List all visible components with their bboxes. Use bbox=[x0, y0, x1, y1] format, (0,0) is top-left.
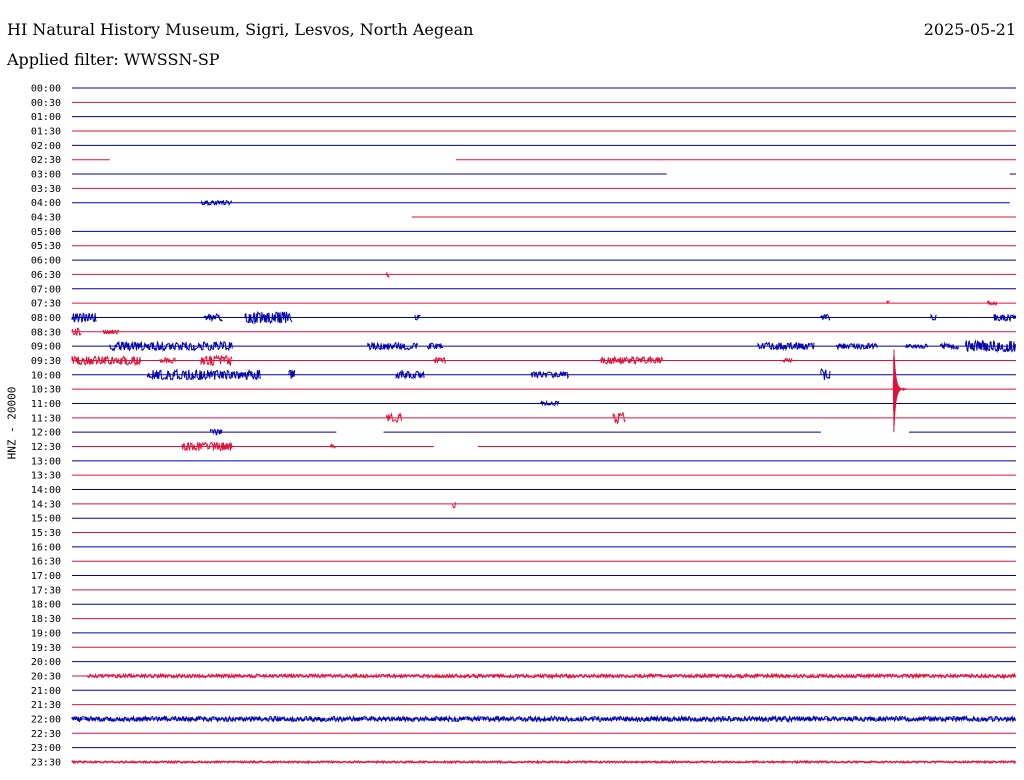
seismic-activity bbox=[203, 312, 223, 323]
row-time-label: 21:00 bbox=[31, 686, 61, 697]
row-time-label: 01:00 bbox=[31, 112, 61, 123]
row-time-label: 03:00 bbox=[31, 170, 61, 181]
row-time-label: 12:30 bbox=[31, 442, 61, 453]
row-time-label: 02:30 bbox=[31, 155, 61, 166]
row-time-label: 23:00 bbox=[31, 743, 61, 754]
row-time-label: 05:00 bbox=[31, 227, 61, 238]
row-time-label: 22:00 bbox=[31, 714, 61, 725]
row-time-label: 07:30 bbox=[31, 299, 61, 310]
row-time-label: 23:30 bbox=[31, 757, 61, 768]
seismic-activity bbox=[109, 340, 233, 352]
seismic-activity bbox=[427, 342, 444, 350]
seismic-activity bbox=[820, 313, 831, 322]
row-time-label: 17:00 bbox=[31, 571, 61, 582]
row-time-label: 13:30 bbox=[31, 471, 61, 482]
row-time-label: 02:00 bbox=[31, 141, 61, 152]
seismic-activity bbox=[71, 312, 97, 324]
row-time-label: 07:00 bbox=[31, 284, 61, 295]
row-time-label: 10:00 bbox=[31, 370, 61, 381]
row-time-label: 14:30 bbox=[31, 499, 61, 510]
row-time-label: 00:30 bbox=[31, 98, 61, 109]
row-time-label: 05:30 bbox=[31, 241, 61, 252]
earthquake-event bbox=[891, 349, 908, 433]
row-time-label: 13:00 bbox=[31, 456, 61, 467]
row-time-label: 22:30 bbox=[31, 729, 61, 740]
helicorder-page: HI Natural History Museum, Sigri, Lesvos… bbox=[0, 0, 1024, 780]
row-time-label: 06:00 bbox=[31, 256, 61, 267]
row-time-label: 21:30 bbox=[31, 700, 61, 711]
row-time-label: 15:30 bbox=[31, 528, 61, 539]
seismic-activity bbox=[600, 355, 664, 366]
row-time-label: 17:30 bbox=[31, 585, 61, 596]
row-time-label: 08:30 bbox=[31, 327, 61, 338]
row-time-label: 04:30 bbox=[31, 213, 61, 224]
row-time-label: 04:00 bbox=[31, 198, 61, 209]
row-time-label: 18:30 bbox=[31, 614, 61, 625]
row-time-label: 06:30 bbox=[31, 270, 61, 281]
row-time-label: 18:00 bbox=[31, 600, 61, 611]
row-time-label: 10:30 bbox=[31, 385, 61, 396]
seismic-activity bbox=[782, 357, 793, 364]
row-time-label: 08:00 bbox=[31, 313, 61, 324]
row-time-label: 00:00 bbox=[31, 84, 61, 95]
row-time-label: 16:30 bbox=[31, 557, 61, 568]
row-time-label: 20:00 bbox=[31, 657, 61, 668]
row-time-label: 12:00 bbox=[31, 428, 61, 439]
row-time-label: 16:00 bbox=[31, 542, 61, 553]
row-time-label: 11:30 bbox=[31, 413, 61, 424]
row-time-label: 20:30 bbox=[31, 671, 61, 682]
row-time-label: 09:00 bbox=[31, 342, 61, 353]
row-time-label: 15:00 bbox=[31, 514, 61, 525]
row-time-label: 09:30 bbox=[31, 356, 61, 367]
row-time-label: 19:00 bbox=[31, 628, 61, 639]
row-time-label: 01:30 bbox=[31, 127, 61, 138]
seismic-activity bbox=[452, 502, 456, 509]
row-time-label: 19:30 bbox=[31, 643, 61, 654]
row-time-label: 14:00 bbox=[31, 485, 61, 496]
row-time-label: 03:30 bbox=[31, 184, 61, 195]
row-time-label: 11:00 bbox=[31, 399, 61, 410]
helicorder-plot: 00:00 00:30 01:00 01:30 02:00 02:30 03:00 03:30… bbox=[31, 84, 1017, 768]
